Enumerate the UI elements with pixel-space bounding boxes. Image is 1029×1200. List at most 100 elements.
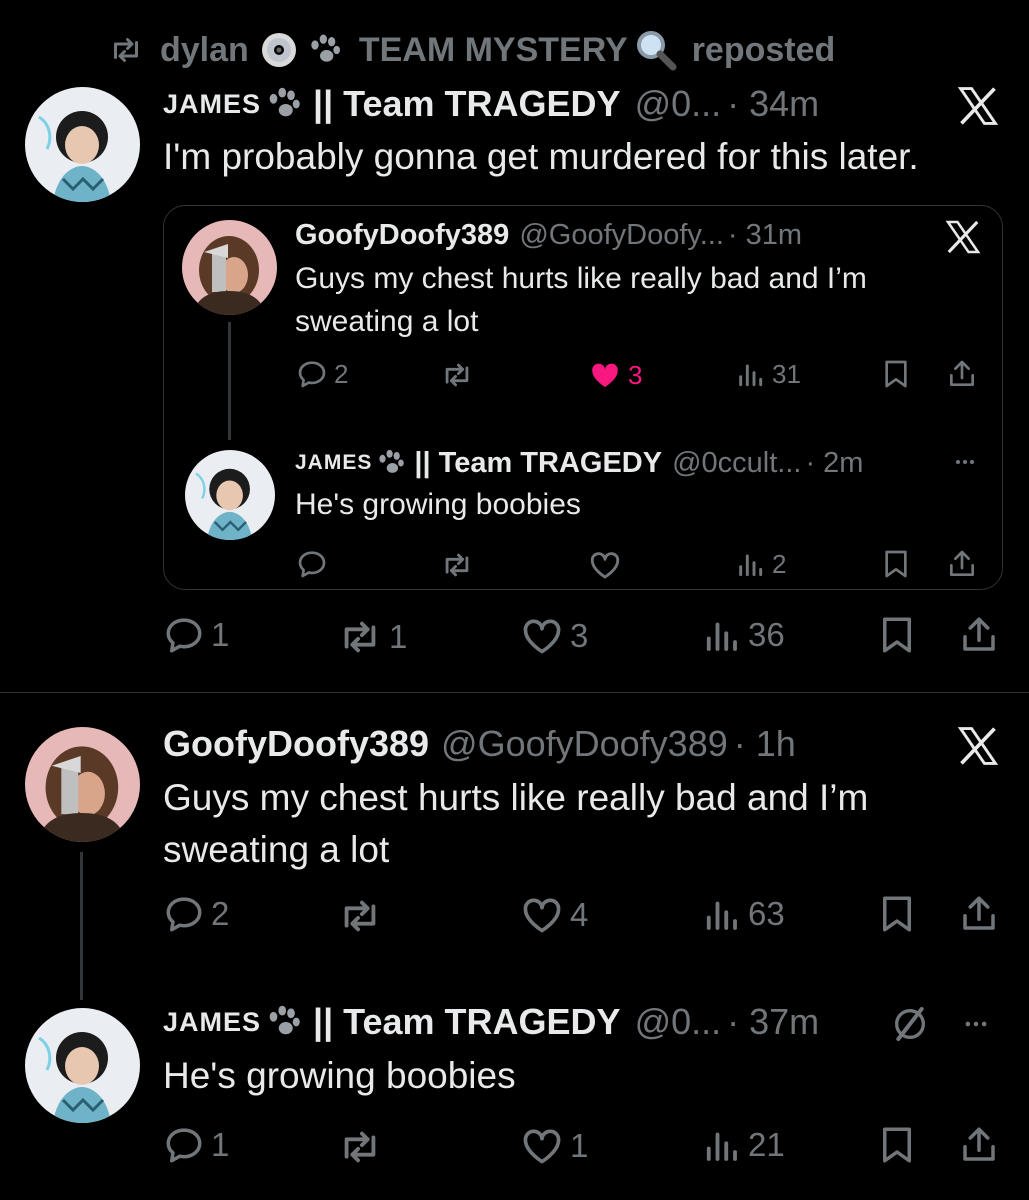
quote-post2-header: JAMES || Team TRAGEDY @0ccult... · 2m xyxy=(295,443,863,483)
quote-post1-share-button[interactable] xyxy=(946,358,978,390)
tweet3-like-button[interactable]: 1 xyxy=(520,1124,588,1168)
views-icon xyxy=(700,614,742,656)
reply-icon xyxy=(296,358,328,390)
quote-post2-author[interactable]: JAMES xyxy=(295,451,372,475)
tweet3-replies: 1 xyxy=(211,1126,230,1163)
quote-post1-views-button[interactable]: 31 xyxy=(734,358,801,390)
quote-post1-bookmark-button[interactable] xyxy=(880,358,912,390)
tweet1-like-button[interactable]: 3 xyxy=(520,614,588,658)
quote-post1-replies: 2 xyxy=(334,358,349,389)
x-logo-icon[interactable] xyxy=(956,84,1000,128)
tweet3-reply-button[interactable]: 1 xyxy=(163,1124,229,1166)
tweet1-replies: 1 xyxy=(211,616,230,653)
divider xyxy=(0,692,1029,693)
quote-post2-text: He's growing boobies xyxy=(295,488,581,521)
x-logo-icon[interactable] xyxy=(944,218,982,256)
tweet1-repost-button[interactable]: 1 xyxy=(337,614,407,660)
quote-post1-repost-button[interactable] xyxy=(440,358,474,392)
quote-post2-bookmark-button[interactable] xyxy=(880,548,912,580)
like-icon xyxy=(588,358,622,392)
magnifier-icon xyxy=(634,28,678,72)
quote-post2-like-button[interactable] xyxy=(588,548,622,582)
tweet3-share-button[interactable] xyxy=(958,1124,1000,1166)
repost-bar: dylan TEAM MYSTERY reposted xyxy=(108,28,835,72)
tweet1-likes: 3 xyxy=(570,617,589,654)
repost-icon xyxy=(337,893,383,939)
like-icon xyxy=(520,614,564,658)
quote-post2-reply-button[interactable] xyxy=(296,548,328,580)
avatar-james[interactable] xyxy=(185,450,275,540)
tweet2-text-line2: sweating a lot xyxy=(163,829,390,870)
views-icon xyxy=(734,358,766,390)
reposter-extra: TEAM MYSTERY xyxy=(358,30,628,69)
tweet3-views-button[interactable]: 21 xyxy=(700,1124,785,1166)
avatar-goofydoofy[interactable] xyxy=(182,220,277,315)
quote-post1-time[interactable]: · 31m xyxy=(728,219,802,252)
paw-icon xyxy=(305,30,345,70)
tweet2-repost-button[interactable] xyxy=(337,893,383,939)
tweet2-views-button[interactable]: 63 xyxy=(700,893,785,935)
quote-post2-handle[interactable]: @0ccult... xyxy=(672,447,801,480)
reply-icon xyxy=(163,893,205,935)
tweet2-author[interactable]: GoofyDoofy389 xyxy=(163,723,429,765)
tweet1-text: I'm probably gonna get murdered for this… xyxy=(163,136,919,177)
quote-post1-text-line2: sweating a lot xyxy=(295,305,479,338)
quote-post1-text-line1: Guys my chest hurts like really bad and … xyxy=(295,262,867,295)
tweet2-header: GoofyDoofy389 @GoofyDoofy389 · 1h xyxy=(163,722,796,766)
quote-post1-text: Guys my chest hurts like really bad and … xyxy=(295,257,867,343)
tweet2-views: 63 xyxy=(748,895,785,932)
tweet2-likes: 4 xyxy=(570,896,589,933)
tweet3-bookmark-button[interactable] xyxy=(876,1124,918,1166)
avatar-james[interactable] xyxy=(25,87,140,202)
views-icon xyxy=(700,893,742,935)
tweet1-views-button[interactable]: 36 xyxy=(700,614,785,656)
repost-icon xyxy=(337,614,383,660)
tweet1-time[interactable]: · 34m xyxy=(727,83,819,125)
avatar-goofydoofy[interactable] xyxy=(25,727,140,842)
quote-post1-handle[interactable]: @GoofyDoofy... xyxy=(519,219,724,252)
quote-post2-views-button[interactable]: 2 xyxy=(734,548,786,580)
tweet2-reply-button[interactable]: 2 xyxy=(163,893,229,935)
reposter-name[interactable]: dylan xyxy=(160,31,249,70)
more-icon[interactable] xyxy=(950,450,980,474)
bookmark-icon xyxy=(876,893,918,935)
more-icon[interactable] xyxy=(958,1010,994,1038)
tweet3-time[interactable]: · 37m xyxy=(727,1001,819,1043)
tweet1-bookmark-button[interactable] xyxy=(876,614,918,656)
bookmark-icon xyxy=(876,614,918,656)
like-icon xyxy=(520,893,564,937)
tweet3-header: JAMES || Team TRAGEDY @0... · 37m xyxy=(163,1000,819,1044)
tweet2-like-button[interactable]: 4 xyxy=(520,893,588,937)
avatar-james[interactable] xyxy=(25,1008,140,1123)
tweet1-views: 36 xyxy=(748,616,785,653)
tweet1-share-button[interactable] xyxy=(958,614,1000,656)
tweet2-bookmark-button[interactable] xyxy=(876,893,918,935)
reply-icon xyxy=(296,548,328,580)
like-icon xyxy=(588,548,622,582)
tweet1-team[interactable]: || Team TRAGEDY xyxy=(313,83,621,125)
tweet2-handle[interactable]: @GoofyDoofy389 xyxy=(441,723,728,765)
quote-post1-author[interactable]: GoofyDoofy389 xyxy=(295,219,509,252)
x-logo-icon[interactable] xyxy=(956,724,1000,768)
tweet1-reposts: 1 xyxy=(389,618,408,655)
tweet1-reply-button[interactable]: 1 xyxy=(163,614,229,656)
tweet3-repost-button[interactable] xyxy=(337,1124,383,1170)
paw-icon xyxy=(263,1001,305,1043)
tweet2-time[interactable]: · 1h xyxy=(734,723,796,765)
tweet3-team[interactable]: || Team TRAGEDY xyxy=(313,1001,621,1043)
quote-post1-like-button[interactable]: 3 xyxy=(588,358,642,392)
quote-post2-views: 2 xyxy=(772,548,787,579)
quote-post2-repost-button[interactable] xyxy=(440,548,474,582)
tweet3-handle[interactable]: @0... xyxy=(635,1001,722,1043)
reply-icon xyxy=(163,1124,205,1166)
quote-post1-reply-button[interactable]: 2 xyxy=(296,358,348,390)
quote-post2-share-button[interactable] xyxy=(946,548,978,580)
quote-post2-team[interactable]: || Team TRAGEDY xyxy=(414,447,662,480)
tweet1-author[interactable]: JAMES xyxy=(163,89,261,120)
grok-icon[interactable] xyxy=(890,1004,930,1044)
quote-post2-time[interactable]: · 2m xyxy=(805,447,863,480)
tweet1-handle[interactable]: @0... xyxy=(635,83,722,125)
share-icon xyxy=(958,893,1000,935)
tweet2-share-button[interactable] xyxy=(958,893,1000,935)
tweet3-author[interactable]: JAMES xyxy=(163,1007,261,1038)
